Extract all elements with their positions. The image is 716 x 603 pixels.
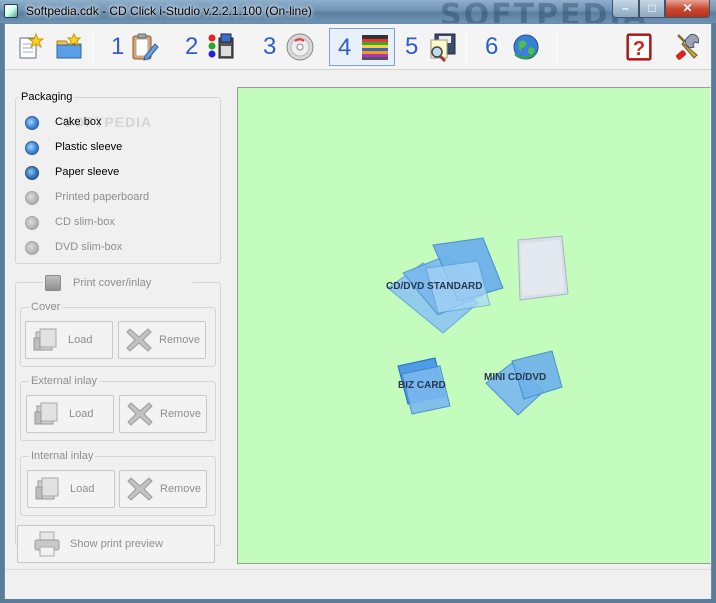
biz-card-label: BIZ CARD	[398, 380, 446, 391]
open-project-button[interactable]	[51, 28, 87, 66]
step-6-number: 6	[485, 33, 499, 60]
new-project-button[interactable]	[13, 28, 47, 66]
cd-dvd-standard-label: CD/DVD STANDARD	[386, 281, 483, 292]
radio-cd-slim-box: CD slim-box	[25, 215, 145, 231]
external-inlay-load-button[interactable]: Load	[26, 395, 114, 433]
step-3-button[interactable]: 3	[257, 28, 323, 66]
radio-icon	[25, 141, 39, 155]
radio-label: CD slim-box	[55, 216, 115, 228]
maximize-icon: □	[648, 1, 656, 15]
settings-button[interactable]	[669, 28, 705, 66]
remove-x-icon	[127, 477, 153, 501]
cd-disc-icon	[286, 33, 314, 61]
options-panel: Packaging SOFTPEDIA Cake box Plastic sle…	[13, 84, 233, 564]
internal-inlay-load-button[interactable]: Load	[27, 470, 115, 508]
show-print-preview-button[interactable]: Show print preview	[17, 525, 215, 563]
tools-icon	[676, 33, 700, 60]
radio-plastic-sleeve[interactable]: Plastic sleeve	[25, 140, 145, 156]
printer-icon	[34, 531, 60, 557]
radio-disabled-icon	[25, 191, 39, 205]
radio-selected-icon	[25, 116, 39, 130]
toolbar-separator	[466, 30, 467, 64]
mini-cd-dvd-item[interactable]: MINI CD/DVD	[478, 343, 578, 418]
remove-x-icon	[127, 402, 153, 426]
step-2-button[interactable]: 2	[177, 28, 245, 66]
minimize-button[interactable]: –	[612, 0, 639, 18]
load-label: Load	[70, 483, 95, 495]
maximize-button[interactable]: □	[639, 0, 665, 18]
internal-inlay-remove-button[interactable]: Remove	[119, 470, 207, 508]
step-5-number: 5	[405, 33, 419, 60]
load-label: Load	[68, 334, 93, 346]
radio-label: Plastic sleeve	[55, 141, 123, 153]
toolbar: 1 2 3 4 5 6 ?	[5, 24, 711, 70]
step-3-number: 3	[263, 33, 277, 60]
print-cover-label: Print cover/inlay	[73, 277, 152, 289]
minimize-icon: –	[622, 1, 629, 15]
window-title: Softpedia.cdk - CD Click i-Studio v.2.2.…	[26, 4, 312, 18]
remove-x-icon	[126, 328, 152, 352]
cd-dvd-standard-item[interactable]: CD/DVD STANDARD	[378, 233, 508, 348]
close-icon: ✕	[682, 1, 693, 15]
step-2-number: 2	[185, 33, 199, 60]
radio-label: Printed paperboard	[55, 191, 150, 203]
disc-cases-stack-icon	[362, 35, 388, 60]
clipboard-edit-icon	[132, 33, 159, 61]
external-inlay-remove-button[interactable]: Remove	[119, 395, 207, 433]
remove-label: Remove	[160, 483, 201, 495]
radio-dvd-slim-box: DVD slim-box	[25, 240, 145, 256]
cover-remove-button[interactable]: Remove	[118, 321, 206, 359]
internal-inlay-title: Internal inlay	[29, 450, 96, 462]
title-bar: Softpedia.cdk - CD Click i-Studio v.2.2.…	[0, 0, 716, 33]
radio-label: Cake box	[55, 116, 102, 128]
print-cover-checkbox-row[interactable]: Print cover/inlay	[43, 275, 193, 293]
load-icon	[35, 477, 59, 500]
packaging-group-title: Packaging	[19, 91, 75, 103]
toolbar-separator	[556, 30, 557, 64]
open-folder-icon	[56, 32, 82, 59]
biz-card-item[interactable]: BIZ CARD	[390, 356, 470, 416]
print-cover-checkbox[interactable]	[45, 275, 61, 291]
close-button[interactable]: ✕	[665, 0, 710, 18]
globe-icon	[513, 34, 539, 60]
radio-disabled-icon	[25, 241, 39, 255]
radio-disabled-icon	[25, 216, 39, 230]
load-icon	[34, 402, 58, 425]
cake-box-item-icon[interactable]	[510, 234, 570, 304]
toolbar-separator	[92, 30, 93, 64]
svg-text:?: ?	[633, 38, 645, 60]
new-document-icon	[19, 32, 45, 59]
help-button[interactable]: ?	[621, 28, 657, 66]
load-icon	[33, 328, 57, 351]
help-icon: ?	[626, 33, 652, 61]
load-label: Load	[69, 408, 94, 420]
mini-cd-dvd-label: MINI CD/DVD	[484, 372, 547, 383]
remove-label: Remove	[159, 334, 200, 346]
radio-label: Paper sleeve	[55, 166, 120, 178]
step-1-button[interactable]: 1	[103, 28, 165, 66]
step-1-number: 1	[111, 33, 125, 60]
step-4-button[interactable]: 4	[329, 28, 395, 66]
show-print-preview-label: Show print preview	[70, 538, 163, 550]
status-bar	[5, 569, 711, 599]
cover-group-title: Cover	[29, 301, 63, 313]
app-icon[interactable]	[4, 4, 18, 18]
main-window: 1 2 3 4 5 6 ? Packaging SOFTPEDIA Cake b…	[4, 23, 712, 599]
paint-palette-icon	[208, 33, 234, 59]
radio-printed-paperboard: Printed paperboard	[25, 190, 165, 206]
radio-label: DVD slim-box	[55, 241, 123, 253]
step-6-button[interactable]: 6	[477, 28, 547, 66]
step-4-number: 4	[338, 34, 352, 61]
radio-icon	[25, 166, 39, 180]
radio-cake-box[interactable]: Cake box	[25, 115, 145, 131]
radio-paper-sleeve[interactable]: Paper sleeve	[25, 165, 145, 181]
packaging-preview-canvas: CD/DVD STANDARD BIZ CARD MINI CD/DVD	[237, 87, 711, 564]
remove-label: Remove	[160, 408, 201, 420]
external-inlay-title: External inlay	[29, 375, 100, 387]
disk-search-icon	[430, 33, 456, 62]
step-5-button[interactable]: 5	[399, 28, 465, 66]
cover-load-button[interactable]: Load	[25, 321, 113, 359]
